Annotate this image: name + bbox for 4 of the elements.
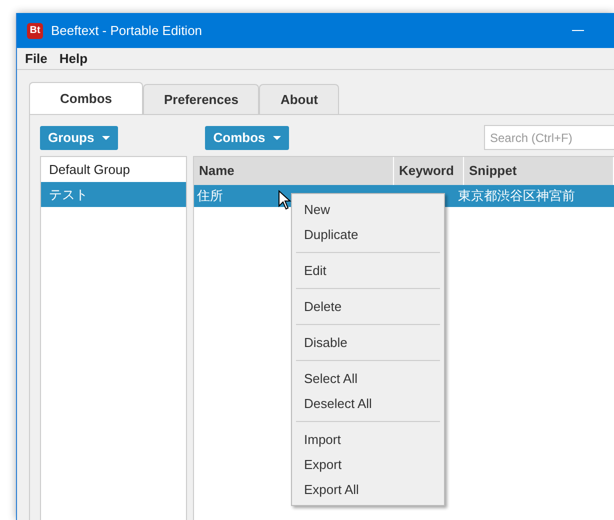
table-cell-text: 住所 [196,187,223,206]
window-title: Beeftext - Portable Edition [51,22,202,40]
app-logo: Bt [27,22,43,38]
table-cell-text: 東京都渋谷区神宮前 [457,187,575,206]
